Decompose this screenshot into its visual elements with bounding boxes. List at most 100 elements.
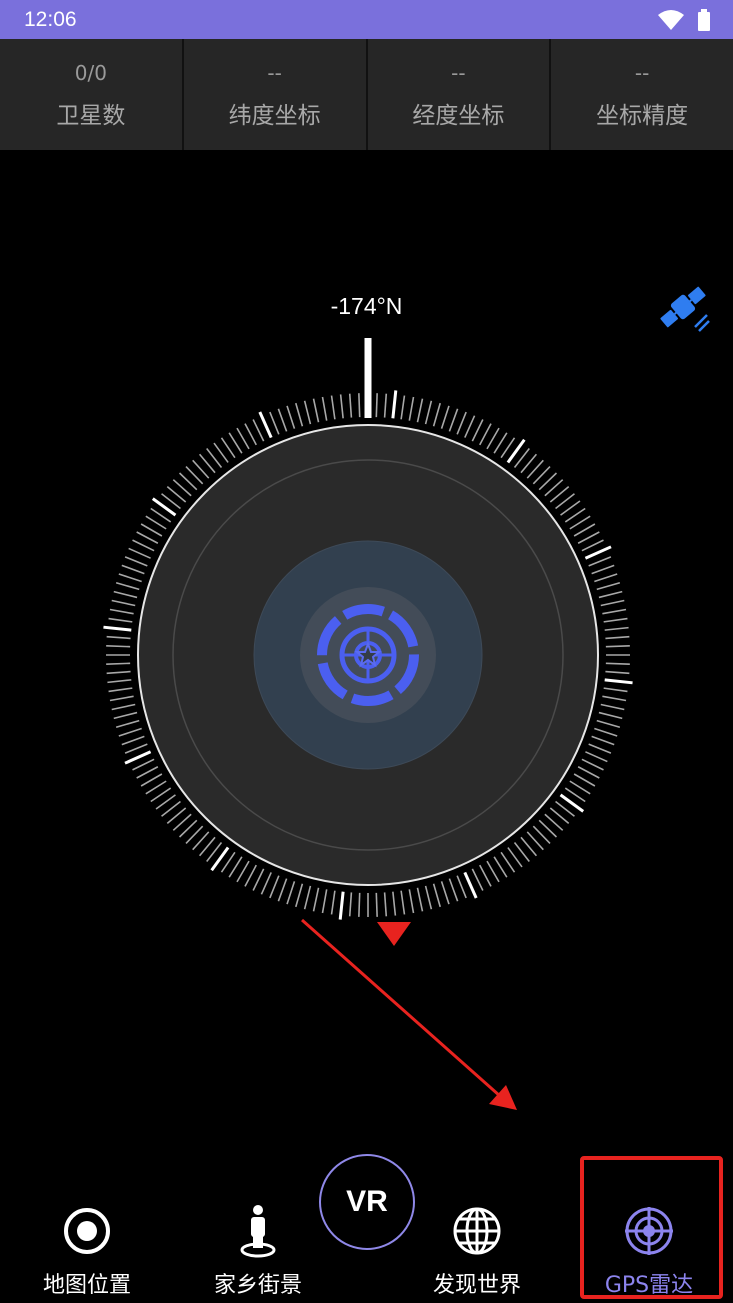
compass-tick <box>440 405 450 429</box>
compass-tick <box>140 523 163 537</box>
compass-tick <box>128 547 151 559</box>
compass-tick <box>391 390 398 419</box>
stat-longitude: -- 经度坐标 <box>368 39 552 150</box>
target-icon <box>61 1205 113 1257</box>
compass-tick <box>236 427 250 450</box>
compass-tick <box>220 437 236 459</box>
compass-tick <box>493 856 508 878</box>
gps-stats-bar: 0/0 卫星数 -- 纬度坐标 -- 经度坐标 -- 坐标精度 <box>0 39 733 150</box>
compass-tick <box>456 875 467 899</box>
compass-tick <box>106 635 131 640</box>
compass-tick <box>594 573 618 583</box>
vr-button[interactable]: VR <box>319 1154 415 1250</box>
stat-value: -- <box>634 60 650 85</box>
compass-tick <box>464 415 476 438</box>
stat-label: 纬度坐标 <box>228 102 321 129</box>
compass-tick <box>106 645 131 648</box>
compass-tick <box>124 750 152 765</box>
compass-tick <box>303 400 312 425</box>
compass-tick <box>463 871 478 899</box>
compass-tick <box>598 711 623 720</box>
compass-tick <box>383 892 388 917</box>
stat-label: 坐标精度 <box>596 102 689 129</box>
compass-tick <box>108 617 133 623</box>
nav-map-location[interactable]: 地图位置 <box>17 1205 157 1301</box>
status-bar: 12:06 <box>0 0 733 39</box>
stat-accuracy: -- 坐标精度 <box>551 39 733 150</box>
compass-tick <box>392 891 397 916</box>
nav-label: 地图位置 <box>42 1273 131 1298</box>
satellite-icon <box>660 286 710 332</box>
compass-tick <box>383 393 388 418</box>
compass-tick <box>321 889 328 914</box>
compass-tick <box>581 758 604 771</box>
compass-tick <box>228 432 243 454</box>
compass-tick <box>605 670 630 675</box>
compass-tick <box>493 432 508 454</box>
compass-tick <box>106 670 131 675</box>
compass-tick <box>596 719 621 728</box>
stat-latitude: -- 纬度坐标 <box>184 39 368 150</box>
compass-tick <box>400 395 406 420</box>
compass-tick <box>602 608 627 615</box>
compass-tick <box>295 402 304 427</box>
nav-hometown-streetview[interactable]: 家乡街景 <box>188 1205 328 1301</box>
compass-tick <box>358 892 361 917</box>
compass-tick <box>136 531 159 544</box>
nav-label: 发现世界 <box>432 1273 521 1298</box>
compass-tick <box>111 703 136 711</box>
compass-dial <box>103 338 633 1110</box>
compass-tick <box>244 864 257 887</box>
compass-tick <box>312 398 320 423</box>
compass-tick <box>330 890 336 915</box>
compass-tick <box>338 891 345 920</box>
satellite-button[interactable] <box>655 281 711 337</box>
compass-tick <box>416 887 424 912</box>
compass-tick <box>573 773 596 787</box>
compass-tick <box>286 881 296 905</box>
compass-heading: -174°N <box>330 293 403 319</box>
compass-tick <box>471 868 484 891</box>
compass-tick <box>564 507 586 523</box>
compass-tick <box>348 892 353 917</box>
compass-tick <box>400 890 406 915</box>
compass-tick <box>577 766 600 779</box>
compass-tick <box>408 396 415 421</box>
stat-value: -- <box>451 60 466 85</box>
compass-tick <box>145 780 167 795</box>
compass-tick <box>136 766 159 779</box>
compass-tick <box>573 523 596 537</box>
compass-tick <box>118 727 142 737</box>
compass-tick <box>111 599 136 607</box>
compass-tick <box>145 515 167 530</box>
battery-icon <box>698 8 710 31</box>
compass-tick <box>602 695 627 702</box>
compass-tick <box>604 626 629 631</box>
compass-tick <box>108 687 133 693</box>
compass-tick <box>269 875 280 899</box>
compass-tick <box>598 590 623 599</box>
annotation-arrow <box>301 918 517 1110</box>
compass-tick <box>479 864 492 887</box>
compass-tick <box>588 556 612 567</box>
stat-label: 经度坐标 <box>412 102 505 129</box>
compass-tick <box>440 881 450 905</box>
compass-tick <box>115 582 140 591</box>
compass-tick <box>432 883 441 908</box>
compass-tick <box>486 427 500 450</box>
annotation-highlight-box <box>580 1156 723 1299</box>
compass-tick <box>605 645 630 648</box>
compass-tick <box>588 743 612 754</box>
nav-discover-world[interactable]: 发现世界 <box>407 1205 547 1301</box>
compass-tick <box>118 573 142 583</box>
wifi-icon <box>658 9 684 30</box>
compass-tick <box>585 751 608 763</box>
compass-tick <box>277 878 288 902</box>
status-icons <box>657 8 711 31</box>
north-pointer <box>377 922 411 946</box>
compass-tick <box>375 892 378 917</box>
compass-tick <box>591 735 615 746</box>
compass-tick <box>424 885 433 910</box>
compass-tick <box>408 889 415 914</box>
compass-tick <box>432 402 441 427</box>
